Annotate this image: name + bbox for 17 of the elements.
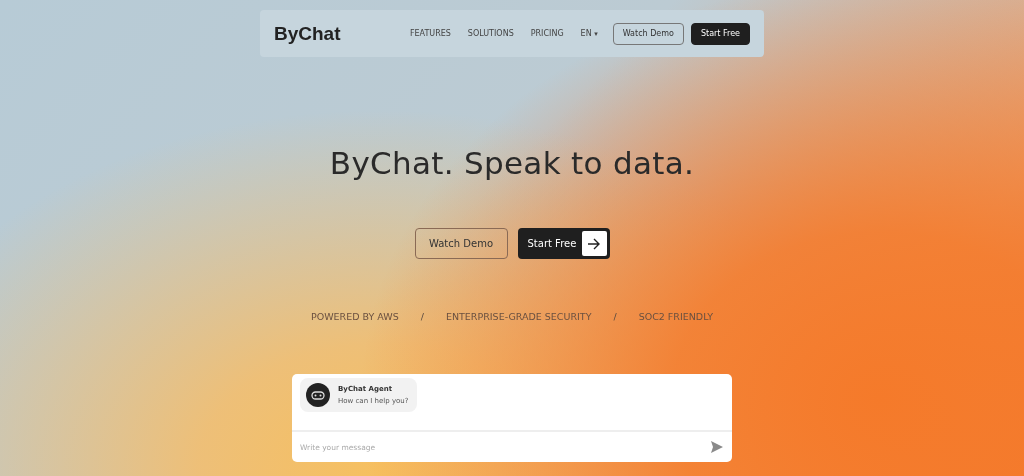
robot-avatar-icon <box>306 383 330 407</box>
separator: / <box>419 311 425 322</box>
separator: / <box>612 311 618 322</box>
trust-label: SOC2 FRIENDLY <box>638 311 713 322</box>
nav-link[interactable]: FEATURES <box>409 29 451 38</box>
arrow-right-icon <box>587 237 601 250</box>
trust-label: POWERED BY AWS <box>311 311 399 322</box>
start-free-button[interactable]: Start Free <box>517 228 610 259</box>
nav-link[interactable]: SOLUTIONS <box>467 29 514 38</box>
hero-title: ByChat. Speak to data. <box>329 145 695 181</box>
nav-link[interactable]: PRICING <box>530 29 564 38</box>
send-icon[interactable] <box>710 440 724 454</box>
logo: ByChat <box>274 22 341 45</box>
trust-label: ENTERPRISE-GRADE SECURITY <box>445 311 592 322</box>
start-free-button[interactable]: Start Free <box>690 22 750 45</box>
watch-demo-button[interactable]: Watch Demo <box>414 228 508 259</box>
watch-demo-button[interactable]: Watch Demo <box>612 22 684 45</box>
